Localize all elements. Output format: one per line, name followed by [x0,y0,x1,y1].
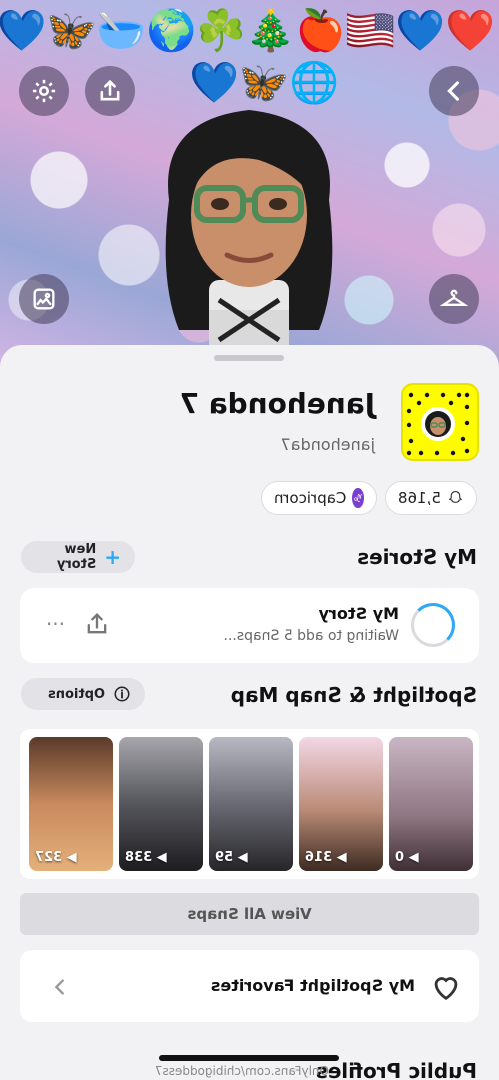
spotlight-title: Spotlight & Snap Map [230,683,477,707]
emoji-blue-heart-2: 💙 [0,8,47,54]
sheet-grabber[interactable] [214,355,284,361]
spotlight-thumbnail[interactable]: ▶ 327 [29,737,113,871]
snapcode-avatar [421,407,455,441]
emoji-us-flag: 🇺🇸 [345,8,396,54]
spotlight-thumbnail[interactable]: ▶ 338 [119,737,203,871]
my-story-title: My Story [318,604,399,623]
chevron-right-icon [54,979,64,995]
emoji-shamrock: ☘️ [196,8,246,54]
view-count: ▶ 316 [305,850,347,865]
view-count: ▶ 0 [395,850,419,865]
my-story-subtitle: Waiting to add 5 Snaps... [223,628,399,644]
share-profile-button[interactable] [85,66,135,116]
ghost-icon [448,491,463,503]
new-story-button[interactable]: + New Story [21,541,135,573]
spotlight-thumbnail[interactable]: ▶ 0 [389,737,473,871]
zodiac-icon: ♑ [352,488,364,508]
my-stories-title: My Stories [357,545,477,569]
settings-icon [32,79,56,103]
emoji-butterfly: 🦋 [46,8,97,54]
options-label: Options [48,686,105,702]
info-icon [114,686,130,702]
zodiac-label: Capricorn [274,489,347,507]
share-icon [100,79,120,101]
public-profiles-title: Public Profiles [315,1059,477,1080]
spotlight-thumbnail[interactable]: ▶ 59 [209,737,293,871]
view-all-snaps-button[interactable]: View All Snaps [20,893,479,935]
story-more-icon[interactable]: ··· [46,612,65,636]
new-story-label: New Story [56,542,97,572]
heart-icon [434,977,458,1001]
view-count: ▶ 327 [35,850,77,865]
snap-score-pill[interactable]: 5,168 [385,481,477,515]
plus-icon: + [104,545,121,569]
emoji-status-row: ❤️ 💙 🇺🇸 🍎 🎄 ☘️ 🌍 🥣 🦋 💙 [0,6,499,56]
profile-screen: ❤️ 💙 🇺🇸 🍎 🎄 ☘️ 🌍 🥣 🦋 💙 🌐 🦋 💙 Janehonda 7… [0,0,499,1080]
bitmoji-avatar[interactable] [139,80,359,360]
change-outfit-button[interactable] [429,274,479,324]
view-count: ▶ 59 [215,850,248,865]
emoji-apple: 🍎 [295,8,346,54]
watermark: OnlyFans.com/chibigoddess7 [154,1064,329,1078]
options-button[interactable]: Options [21,678,145,710]
spotlight-thumbnail[interactable]: ▶ 316 [299,737,383,871]
profile-sheet: Janehonda 7 janehonda7 5,168 ♑ Capricorn… [0,345,499,1080]
change-background-button[interactable] [19,274,69,324]
spotlight-favorites-label: My Spotlight Favorites [210,976,415,995]
display-name: Janehonda 7 [179,387,375,420]
next-button[interactable] [429,66,479,116]
wallpaper-icon [33,288,55,310]
hanger-icon [440,289,468,306]
emoji-blue-heart: 💙 [395,8,446,54]
spotlight-thumbnails: ▶ 0 ▶ 316 ▶ 59 ▶ 338 ▶ 327 [20,729,479,879]
spotlight-favorites-row[interactable]: My Spotlight Favorites [20,950,479,1022]
snap-score: 5,168 [398,489,441,507]
snapcode[interactable] [401,383,479,461]
emoji-bowl: 🥣 [96,8,147,54]
username: janehonda7 [280,435,375,454]
emoji-globe: 🌍 [146,8,197,54]
share-story-icon[interactable] [83,610,111,638]
view-count: ▶ 338 [125,850,167,865]
chevron-right-icon [447,81,460,101]
my-story-card[interactable]: My Story Waiting to add 5 Snaps... ··· [20,588,479,663]
zodiac-pill[interactable]: ♑ Capricorn [261,481,377,515]
story-progress-ring [411,603,455,647]
home-indicator[interactable] [159,1055,339,1061]
emoji-tree: 🎄 [245,8,296,54]
emoji-red-heart: ❤️ [445,8,495,54]
settings-button[interactable] [19,66,69,116]
